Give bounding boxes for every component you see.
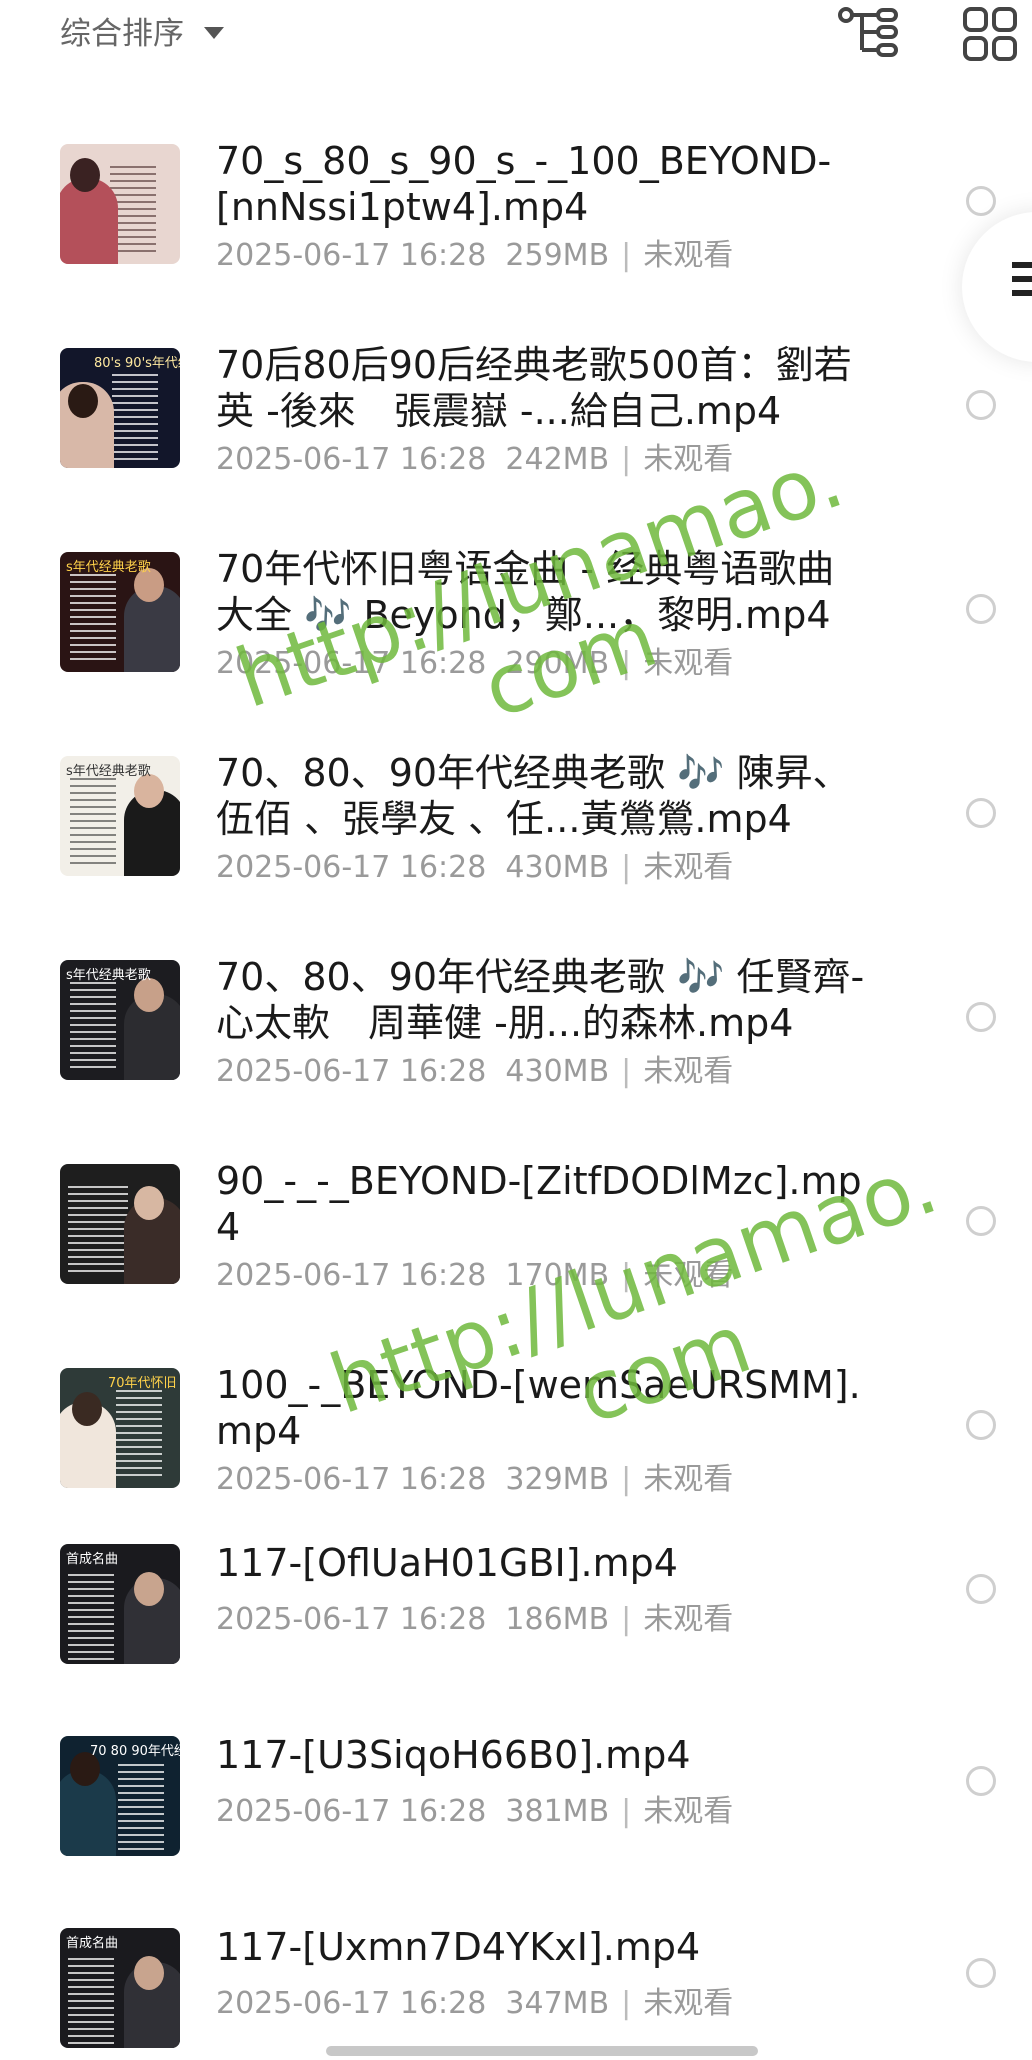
file-size: 430MB [505, 850, 610, 885]
thumbnail-label: s年代经典老歌 [66, 968, 151, 983]
watch-status: 未观看 [643, 1986, 734, 2021]
thumbnail-label: 首成名曲 [66, 1552, 119, 1567]
thumbnail-label: 80's 90's年代经 [94, 356, 180, 371]
file-size: 347MB [505, 1986, 610, 2021]
watch-status: 未观看 [643, 646, 734, 681]
home-indicator[interactable] [326, 2046, 758, 2056]
select-radio[interactable] [966, 1206, 996, 1236]
select-radio[interactable] [966, 1410, 996, 1440]
select-radio[interactable] [966, 186, 996, 216]
list-item[interactable]: 80's 90's年代经 70后80后90后经典老歌500首：劉若英 -後來 張… [0, 324, 1032, 528]
watch-status: 未观看 [643, 850, 734, 885]
select-radio[interactable] [966, 1002, 996, 1032]
file-meta: 2025-06-17 16:28 381MB | 未观看 [216, 1794, 734, 1829]
list-item[interactable]: s年代经典老歌 70、80、90年代经典老歌 🎶 陳昇、伍佰 、張學友 、任..… [0, 732, 1032, 936]
list-item[interactable]: s年代经典老歌 70、80、90年代经典老歌 🎶 任賢齊-心太軟 周華健 -朋.… [0, 936, 1032, 1140]
file-size: 290MB [505, 646, 610, 681]
video-thumbnail: s年代经典老歌 [60, 756, 180, 876]
video-thumbnail: 70年代怀旧 [60, 1368, 180, 1488]
file-size: 186MB [505, 1602, 610, 1637]
file-name: 117-[Uxmn7D4YKxI].mp4 [216, 1925, 701, 1969]
file-meta: 2025-06-17 16:28 170MB | 未观看 [216, 1258, 734, 1293]
thumbnail-label: 70年代怀旧 [108, 1376, 177, 1391]
watch-status: 未观看 [643, 1794, 734, 1829]
thumbnail-label: 首成名曲 [66, 1936, 119, 1951]
file-name: 70_s_80_s_90_s_-_100_BEYOND-[nnNssi1ptw4… [216, 139, 832, 229]
file-date: 2025-06-17 16:28 [216, 1258, 487, 1293]
video-thumbnail: 80's 90's年代经 [60, 348, 180, 468]
file-meta: 2025-06-17 16:28 430MB | 未观看 [216, 850, 734, 885]
file-date: 2025-06-17 16:28 [216, 238, 487, 273]
select-radio[interactable] [966, 1574, 996, 1604]
file-size: 259MB [505, 238, 610, 273]
toolbar: 综合排序 [0, 0, 1032, 66]
file-meta: 2025-06-17 16:28 242MB | 未观看 [216, 442, 734, 477]
file-name: 70、80、90年代经典老歌 🎶 任賢齊-心太軟 周華健 -朋...的森林.mp… [216, 955, 865, 1045]
file-name: 70年代怀旧粤语金曲 - 经典粤语歌曲大全 🎶 Beyond，鄭...，黎明.m… [216, 547, 835, 637]
file-name: 100_-_BEYOND-[wemSaeURSMM].mp4 [216, 1363, 861, 1453]
sort-label: 综合排序 [60, 16, 184, 52]
watch-status: 未观看 [643, 1462, 734, 1497]
file-meta: 2025-06-17 16:28 329MB | 未观看 [216, 1462, 734, 1497]
file-meta: 2025-06-17 16:28 186MB | 未观看 [216, 1602, 734, 1637]
file-size: 430MB [505, 1054, 610, 1089]
video-thumbnail: 首成名曲 [60, 1544, 180, 1664]
select-radio[interactable] [966, 594, 996, 624]
file-date: 2025-06-17 16:28 [216, 1602, 487, 1637]
select-radio[interactable] [966, 1766, 996, 1796]
file-meta: 2025-06-17 16:28 259MB | 未观看 [216, 238, 734, 273]
video-thumbnail: 首成名曲 [60, 1928, 180, 2048]
tree-view-icon[interactable] [838, 6, 900, 58]
file-size: 242MB [505, 442, 610, 477]
watch-status: 未观看 [643, 238, 734, 273]
select-radio[interactable] [966, 1958, 996, 1988]
file-list: 70_s_80_s_90_s_-_100_BEYOND-[nnNssi1ptw4… [0, 120, 1032, 2060]
video-thumbnail [60, 1164, 180, 1284]
file-name: 117-[OflUaH01GBI].mp4 [216, 1541, 678, 1585]
grid-view-icon[interactable] [962, 6, 1018, 62]
watch-status: 未观看 [643, 1258, 734, 1293]
file-meta: 2025-06-17 16:28 430MB | 未观看 [216, 1054, 734, 1089]
file-date: 2025-06-17 16:28 [216, 1462, 487, 1497]
file-size: 381MB [505, 1794, 610, 1829]
list-item[interactable]: 70年代怀旧 100_-_BEYOND-[wemSaeURSMM].mp4 20… [0, 1344, 1032, 1522]
watch-status: 未观看 [643, 442, 734, 477]
file-date: 2025-06-17 16:28 [216, 1054, 487, 1089]
video-thumbnail [60, 144, 180, 264]
sort-dropdown[interactable]: 综合排序 [60, 8, 224, 53]
watch-status: 未观看 [643, 1054, 734, 1089]
thumbnail-label: 70 80 90年代经 [90, 1744, 180, 1759]
file-size: 170MB [505, 1258, 610, 1293]
file-date: 2025-06-17 16:28 [216, 1986, 487, 2021]
list-item[interactable]: 首成名曲 117-[Uxmn7D4YKxI].mp4 2025-06-17 16… [0, 1906, 1032, 2060]
file-name: 70后80后90后经典老歌500首：劉若英 -後來 張震嶽 -...給自己.mp… [216, 343, 852, 433]
list-item[interactable]: 70_s_80_s_90_s_-_100_BEYOND-[nnNssi1ptw4… [0, 120, 1032, 324]
watch-status: 未观看 [643, 1602, 734, 1637]
file-date: 2025-06-17 16:28 [216, 646, 487, 681]
file-browser-page: 综合排序 70_s_80_s_90_s_-_100_BEYOND-[nnNssi… [0, 0, 1032, 2060]
select-radio[interactable] [966, 390, 996, 420]
file-name: 117-[U3SiqoH66B0].mp4 [216, 1733, 691, 1777]
video-thumbnail: 70 80 90年代经 [60, 1736, 180, 1856]
menu-icon [1012, 262, 1032, 302]
file-size: 329MB [505, 1462, 610, 1497]
file-name: 90_-_-_BEYOND-[ZitfDODlMzc].mp4 [216, 1159, 862, 1249]
list-item[interactable]: 首成名曲 117-[OflUaH01GBI].mp4 2025-06-17 16… [0, 1522, 1032, 1714]
file-name: 70、80、90年代经典老歌 🎶 陳昇、伍佰 、張學友 、任...黃鶯鶯.mp4 [216, 751, 851, 841]
video-thumbnail: s年代经典老歌 [60, 552, 180, 672]
file-date: 2025-06-17 16:28 [216, 1794, 487, 1829]
list-item[interactable]: 90_-_-_BEYOND-[ZitfDODlMzc].mp4 2025-06-… [0, 1140, 1032, 1344]
list-item[interactable]: s年代经典老歌 70年代怀旧粤语金曲 - 经典粤语歌曲大全 🎶 Beyond，鄭… [0, 528, 1032, 732]
file-date: 2025-06-17 16:28 [216, 850, 487, 885]
file-meta: 2025-06-17 16:28 347MB | 未观看 [216, 1986, 734, 2021]
select-radio[interactable] [966, 798, 996, 828]
video-thumbnail: s年代经典老歌 [60, 960, 180, 1080]
file-date: 2025-06-17 16:28 [216, 442, 487, 477]
list-item[interactable]: 70 80 90年代经 117-[U3SiqoH66B0].mp4 2025-0… [0, 1714, 1032, 1906]
thumbnail-label: s年代经典老歌 [66, 560, 151, 575]
chevron-down-icon [204, 26, 224, 39]
file-meta: 2025-06-17 16:28 290MB | 未观看 [216, 646, 734, 681]
thumbnail-label: s年代经典老歌 [66, 764, 151, 779]
